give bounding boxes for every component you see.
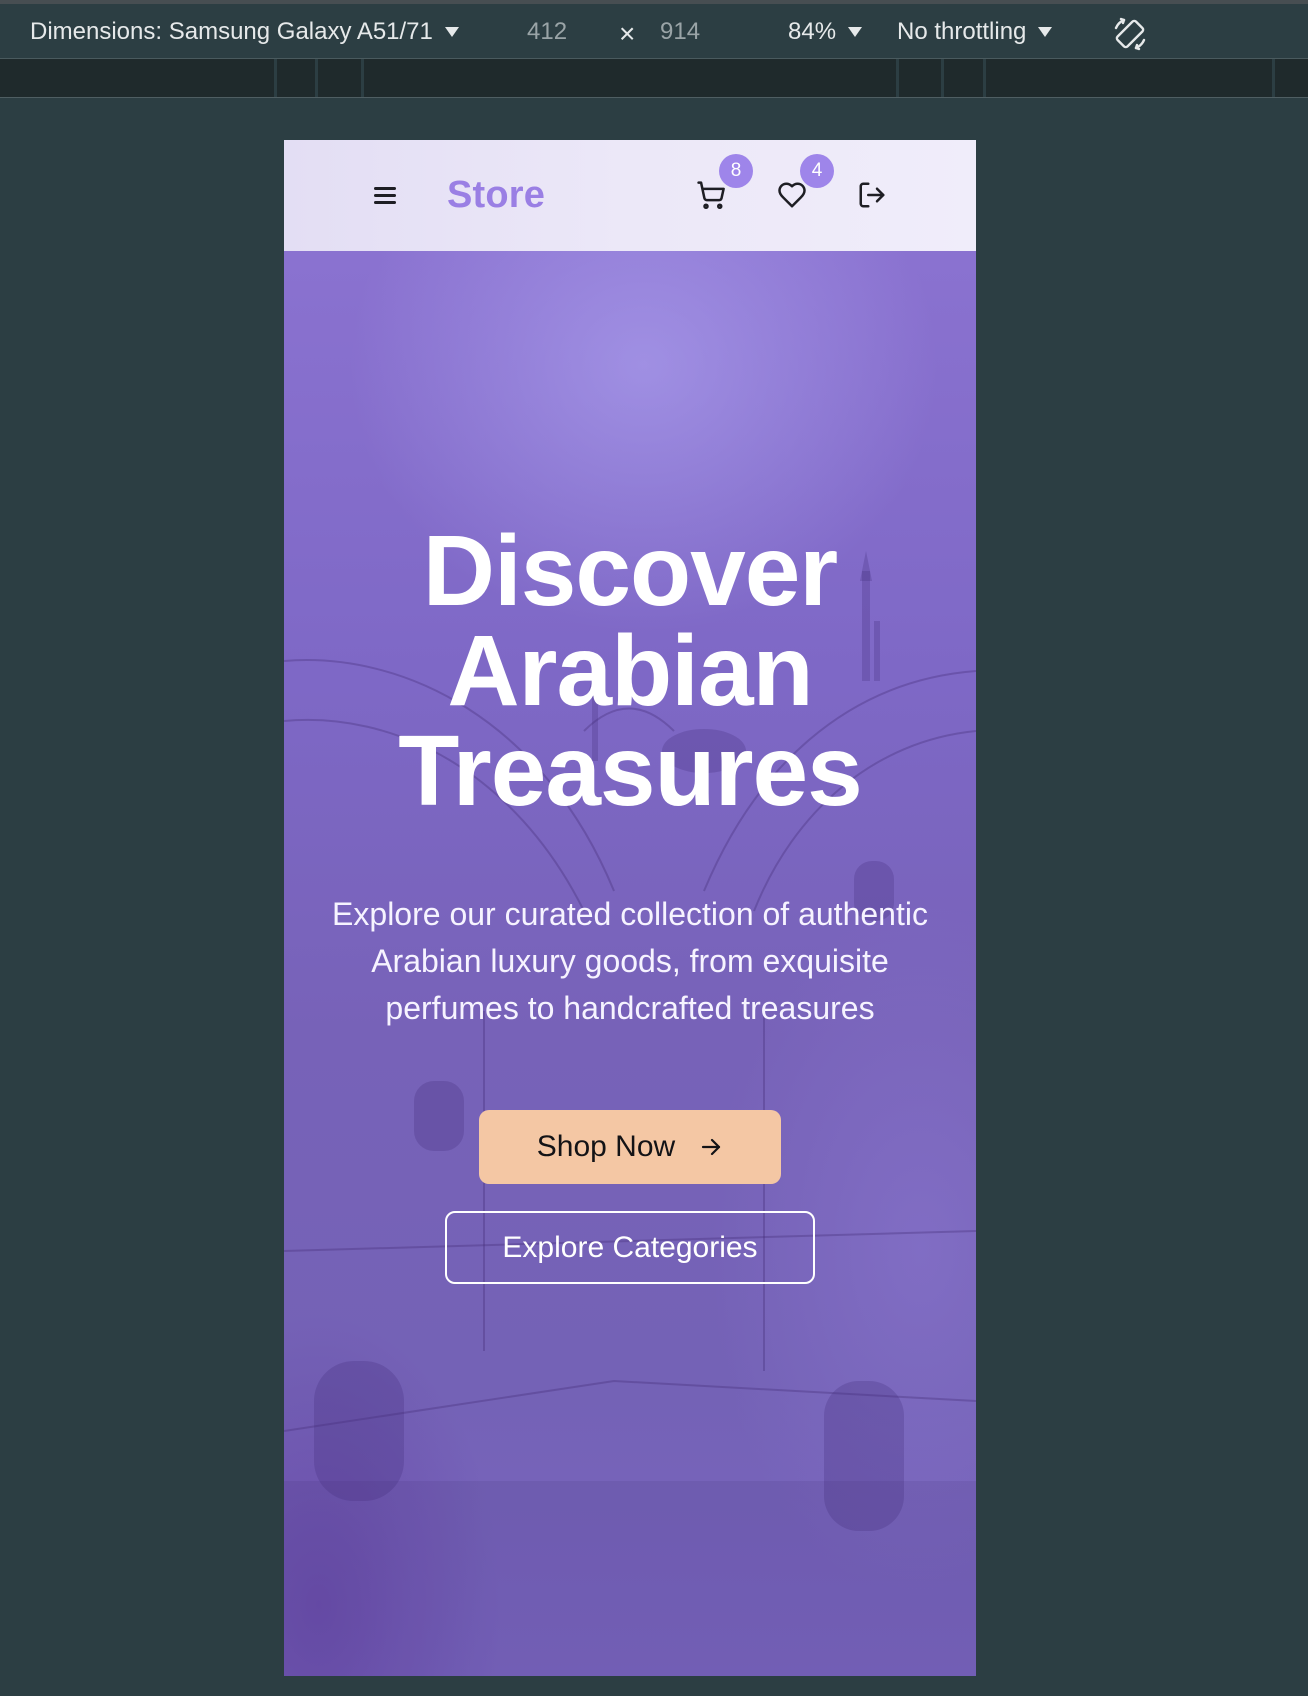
explore-categories-label: Explore Categories <box>502 1230 758 1264</box>
site-header: Store 8 4 <box>284 140 976 251</box>
hero-title-line: Discover <box>422 515 838 627</box>
hero-title-line: Arabian <box>447 615 813 727</box>
shop-now-button[interactable]: Shop Now <box>479 1110 781 1184</box>
throttling-selector[interactable]: No throttling <box>897 18 1053 46</box>
device-dimensions-label: Dimensions: Samsung Galaxy A51/71 <box>30 18 433 45</box>
explore-categories-button[interactable]: Explore Categories <box>445 1211 815 1284</box>
cart-icon <box>697 181 725 209</box>
device-selector[interactable]: Dimensions: Samsung Galaxy A51/71 <box>30 18 459 46</box>
chevron-down-icon <box>1038 27 1053 37</box>
chevron-down-icon <box>444 27 459 37</box>
shop-now-label: Shop Now <box>536 1130 676 1163</box>
logout-icon <box>859 182 885 208</box>
arrow-right-icon <box>702 1138 721 1156</box>
media-query-ruler <box>0 59 1308 98</box>
height-input[interactable]: 914 <box>660 18 700 46</box>
zoom-value: 84% <box>788 18 837 45</box>
device-viewport: Store 8 4 Discover Arabian Treasures Exp… <box>284 140 976 1676</box>
cart-button[interactable] <box>696 180 728 212</box>
wishlist-count-badge: 4 <box>800 154 834 188</box>
hero-section: Discover Arabian Treasures Explore our c… <box>284 251 976 1676</box>
brand-logo[interactable]: Store <box>447 174 545 217</box>
logout-button[interactable] <box>857 180 889 212</box>
wishlist-button[interactable] <box>777 180 809 212</box>
chevron-down-icon <box>848 27 863 37</box>
width-input[interactable]: 412 <box>527 18 567 46</box>
devtools-device-toolbar: Dimensions: Samsung Galaxy A51/71 412 × … <box>0 0 1308 59</box>
zoom-selector[interactable]: 84% <box>788 18 863 46</box>
hero-title-line: Treasures <box>398 715 863 827</box>
hero-title: Discover Arabian Treasures <box>284 521 976 821</box>
rotate-device-icon[interactable] <box>1110 14 1150 54</box>
cart-count-badge: 8 <box>719 154 753 188</box>
dimension-separator: × <box>619 18 636 49</box>
throttling-value: No throttling <box>897 18 1027 45</box>
heart-icon <box>778 182 806 208</box>
menu-icon[interactable] <box>374 185 398 205</box>
hero-subtitle: Explore our curated collection of authen… <box>332 896 928 1026</box>
